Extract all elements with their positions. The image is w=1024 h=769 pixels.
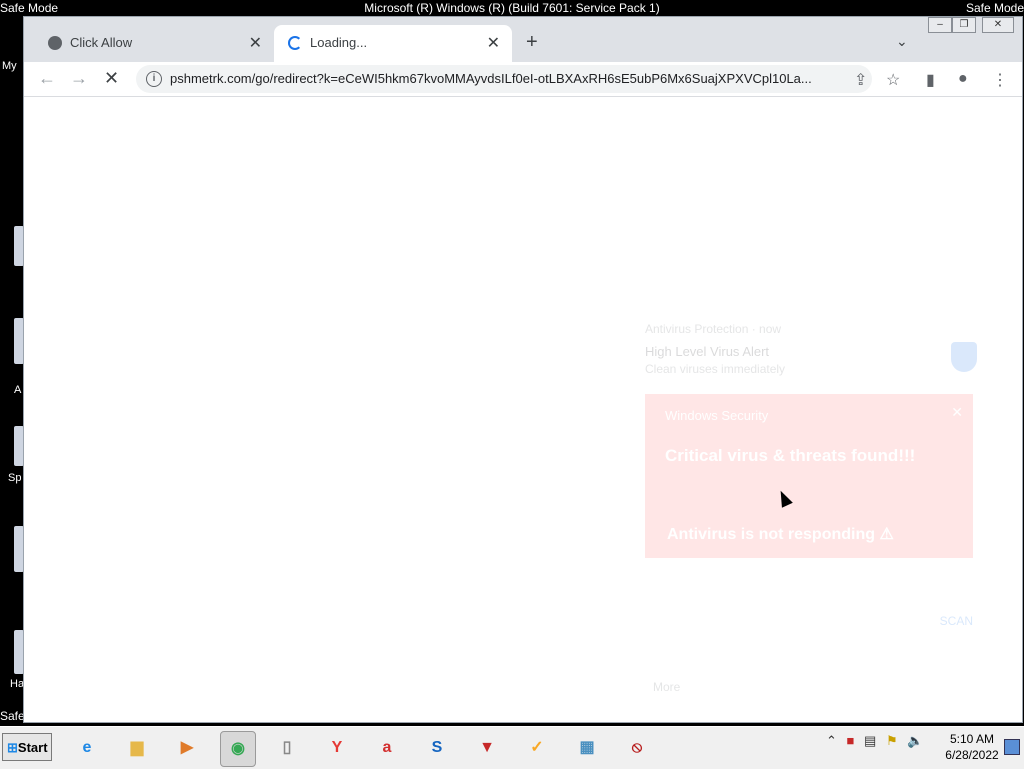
avira-tray-icon[interactable]: ■ — [847, 733, 855, 748]
shield-app-icon[interactable]: ▼ — [470, 731, 504, 765]
blocked-app-icon[interactable]: ⦸ — [620, 731, 654, 765]
new-tab-button[interactable]: + — [526, 31, 538, 54]
tab-loading[interactable]: Loading... ✕ — [274, 25, 512, 62]
show-desktop-icon[interactable] — [1004, 739, 1020, 755]
url-text[interactable]: pshmetrk.com/go/redirect?k=eCeWI5hkm67kv… — [170, 71, 840, 86]
tab-strip: Click Allow ✕ Loading... ✕ + ⌄ – ❐ ✕ — [24, 17, 1022, 62]
forward-arrow-icon[interactable]: → — [70, 68, 88, 89]
site-info-icon[interactable]: i — [146, 71, 162, 87]
clock-time: 5:10 AM — [949, 732, 995, 746]
close-icon: ✕ — [951, 404, 963, 420]
tab-search-chevron-icon[interactable]: ⌄ — [896, 33, 908, 50]
system-tray: ⌃ ■ ▤ ⚑ 🔈 — [826, 733, 923, 749]
yandex-icon[interactable]: Y — [320, 731, 354, 765]
avira-icon[interactable]: a — [370, 731, 404, 765]
windows-logo-icon: ⊞ — [7, 740, 18, 755]
desktop-icon-label: Ha — [10, 678, 25, 690]
action-center-flag-icon[interactable]: ⚑ — [886, 733, 898, 748]
network-tray-icon[interactable]: ▤ — [864, 733, 876, 748]
bookmark-star-icon[interactable]: ☆ — [886, 70, 900, 90]
shield-icon — [951, 342, 977, 372]
close-window-button[interactable]: ✕ — [982, 17, 1014, 33]
network-app-icon[interactable]: ▦ — [570, 731, 604, 765]
browser-toolbar: ← → ✕ i pshmetrk.com/go/redirect?k=eCeWI… — [24, 62, 1022, 97]
windows-security-header: Windows Security — [665, 408, 769, 423]
globe-icon — [48, 36, 62, 50]
norton-icon[interactable]: ✓ — [520, 731, 554, 765]
stop-loading-icon[interactable]: ✕ — [104, 68, 119, 89]
scan-button[interactable]: SCAN — [940, 614, 973, 628]
antivirus-status: Antivirus is not responding ⚠ — [667, 526, 894, 543]
document-icon[interactable]: ▯ — [270, 731, 304, 765]
media-player-icon[interactable]: ▶ — [170, 731, 204, 765]
close-tab-icon[interactable]: ✕ — [249, 33, 262, 53]
notification-source: Antivirus Protection · now — [645, 322, 782, 336]
close-tab-icon[interactable]: ✕ — [487, 33, 500, 53]
security-icon[interactable]: S — [420, 731, 454, 765]
minimize-button[interactable]: – — [928, 17, 952, 33]
folder-icon[interactable]: ▆ — [120, 731, 154, 765]
desktop-icon-label: A — [14, 384, 22, 396]
show-hidden-icons-icon[interactable]: ⌃ — [826, 733, 837, 748]
spinner-icon — [288, 36, 302, 50]
browser-notification[interactable]: Antivirus Protection · now High Level Vi… — [645, 322, 987, 694]
notification-title: High Level Virus Alert — [645, 344, 770, 359]
tab-title: Click Allow — [70, 35, 133, 50]
critical-virus-headline: Critical virus & threats found!!! — [665, 446, 916, 465]
start-label: Start — [17, 740, 48, 755]
os-title: Microsoft (R) Windows (R) (Build 7601: S… — [364, 1, 660, 15]
desktop-icon-label: Sp — [8, 472, 22, 484]
notification-image: Windows Security ✕ Critical virus & thre… — [645, 394, 973, 558]
desktop-icon-label: My — [2, 60, 17, 72]
chrome-icon[interactable]: ◉ — [220, 731, 256, 767]
side-panel-icon[interactable]: ▮ — [926, 70, 935, 90]
tab-click-allow[interactable]: Click Allow ✕ — [34, 25, 274, 62]
address-bar[interactable]: i pshmetrk.com/go/redirect?k=eCeWI5hkm67… — [136, 65, 872, 93]
safe-mode-label-top-right: Safe Mode — [965, 1, 1024, 15]
taskbar: ⊞Start e ▆ ▶ ◉ ▯ Ya S ▼ ✓ ▦ ⦸ ⌃ ■ ▤ ⚑ 🔈 5:10 AM 6/… — [0, 726, 1024, 769]
notification-subtitle: Clean viruses immediately — [645, 362, 786, 376]
share-icon[interactable]: ⇪ — [854, 70, 867, 90]
menu-kebab-icon[interactable]: ⋮ — [992, 70, 1008, 90]
ie-icon[interactable]: e — [70, 731, 104, 765]
restore-button[interactable]: ❐ — [952, 17, 976, 33]
safe-mode-label-top-left: Safe Mode — [0, 1, 59, 15]
taskbar-clock[interactable]: 5:10 AM 6/28/2022 — [940, 731, 1004, 763]
profile-icon[interactable]: ● — [958, 70, 968, 88]
tab-title: Loading... — [310, 35, 368, 50]
start-button[interactable]: ⊞Start — [2, 733, 52, 761]
volume-icon[interactable]: 🔈 — [907, 733, 923, 748]
clock-date: 6/28/2022 — [945, 748, 999, 762]
more-button[interactable]: More — [653, 680, 680, 694]
back-arrow-icon[interactable]: ← — [38, 68, 56, 89]
